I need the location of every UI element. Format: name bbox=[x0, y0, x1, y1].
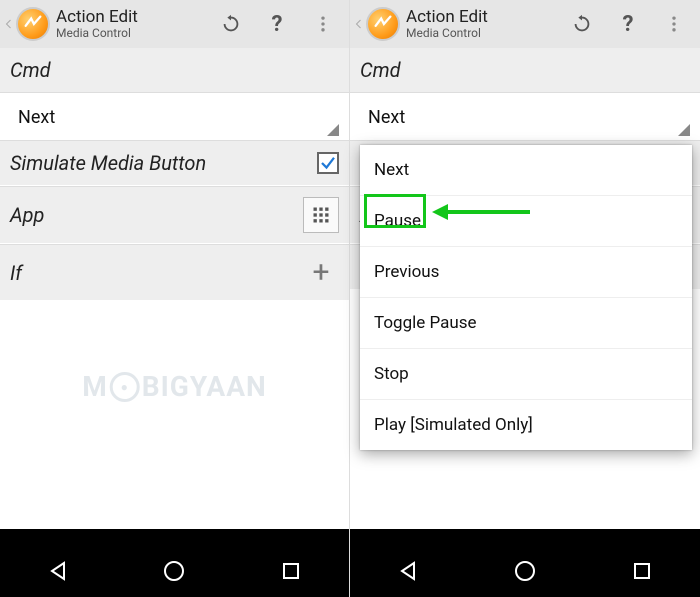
back-chevron-icon[interactable] bbox=[352, 15, 366, 33]
nav-back-icon[interactable] bbox=[46, 559, 70, 587]
actionbar-subtitle: Media Control bbox=[406, 27, 564, 40]
black-bar bbox=[350, 529, 700, 549]
cmd-value: Next bbox=[18, 107, 331, 130]
dropdown-item-stop[interactable]: Stop bbox=[360, 349, 692, 400]
nav-recent-icon[interactable] bbox=[279, 559, 303, 587]
tasker-app-icon[interactable] bbox=[366, 7, 400, 41]
actionbar-title: Action Edit bbox=[56, 8, 213, 27]
app-row[interactable]: App bbox=[0, 186, 349, 244]
add-condition-icon[interactable]: + bbox=[303, 255, 339, 290]
black-bar bbox=[0, 529, 349, 549]
if-label: If bbox=[10, 261, 22, 285]
cmd-value: Next bbox=[368, 107, 682, 130]
dropdown-item-toggle-pause[interactable]: Toggle Pause bbox=[360, 298, 692, 349]
tasker-app-icon[interactable] bbox=[16, 7, 50, 41]
dropdown-item-pause[interactable]: Pause bbox=[360, 196, 692, 247]
cmd-spinner[interactable]: Next bbox=[0, 93, 349, 140]
back-chevron-icon[interactable] bbox=[2, 15, 16, 33]
cmd-spinner[interactable]: Next bbox=[350, 93, 700, 140]
navbar bbox=[0, 549, 349, 597]
overflow-menu-icon[interactable] bbox=[305, 6, 341, 42]
actionbar: Action Edit Media Control ? bbox=[0, 0, 349, 48]
screen-left: Action Edit Media Control ? Cmd Next Sim… bbox=[0, 0, 350, 597]
app-label: App bbox=[10, 203, 44, 227]
nav-recent-icon[interactable] bbox=[630, 559, 654, 587]
nav-home-icon[interactable] bbox=[513, 559, 537, 587]
actionbar-title: Action Edit bbox=[406, 8, 564, 27]
nav-back-icon[interactable] bbox=[396, 559, 420, 587]
cmd-dropdown: Next Pause Previous Toggle Pause Stop Pl… bbox=[360, 145, 692, 450]
help-icon[interactable]: ? bbox=[259, 6, 295, 42]
simulate-media-button-row[interactable]: Simulate Media Button bbox=[0, 140, 349, 186]
navbar bbox=[350, 549, 700, 597]
spinner-triangle-icon bbox=[678, 124, 690, 136]
actionbar: Action Edit Media Control ? bbox=[350, 0, 700, 48]
if-row[interactable]: If + bbox=[0, 244, 349, 301]
cmd-header: Cmd bbox=[0, 48, 349, 93]
dropdown-item-next[interactable]: Next bbox=[360, 145, 692, 196]
simulate-checkbox[interactable] bbox=[317, 152, 339, 174]
undo-icon[interactable] bbox=[213, 6, 249, 42]
simulate-label: Simulate Media Button bbox=[10, 151, 206, 175]
screen-right: Action Edit Media Control ? Cmd Next S bbox=[350, 0, 700, 597]
undo-icon[interactable] bbox=[564, 6, 600, 42]
actionbar-subtitle: Media Control bbox=[56, 27, 213, 40]
cmd-header: Cmd bbox=[350, 48, 700, 93]
app-picker-button[interactable] bbox=[303, 197, 339, 233]
help-icon[interactable]: ? bbox=[610, 6, 646, 42]
spinner-triangle-icon bbox=[327, 124, 339, 136]
dropdown-item-previous[interactable]: Previous bbox=[360, 247, 692, 298]
overflow-menu-icon[interactable] bbox=[656, 6, 692, 42]
watermark: M●BIGYAAN bbox=[82, 370, 267, 403]
dropdown-item-play-simulated[interactable]: Play [Simulated Only] bbox=[360, 400, 692, 450]
nav-home-icon[interactable] bbox=[162, 559, 186, 587]
